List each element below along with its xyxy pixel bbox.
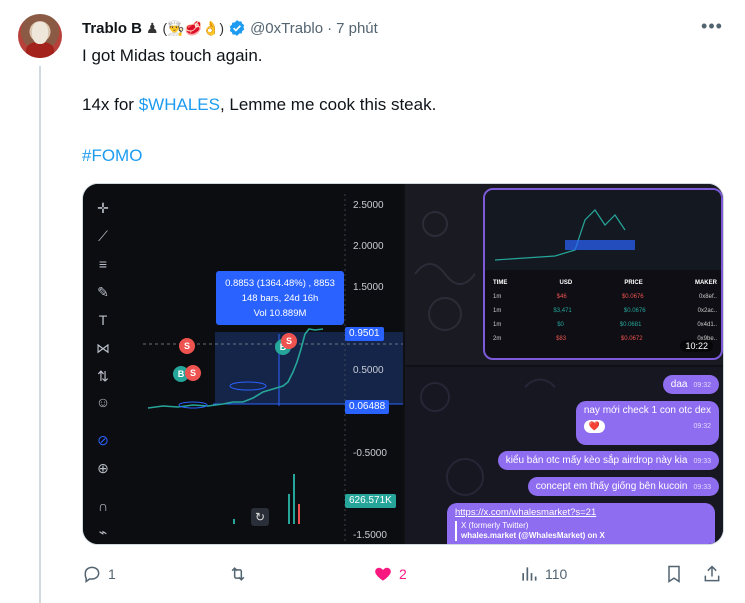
verified-badge-icon xyxy=(229,20,245,36)
reaction-row: ❤️ 09:32 xyxy=(583,420,711,433)
volume-bar xyxy=(233,519,235,524)
tweet-text-line-2: 14x for $WHALES, Lemme me cook this stea… xyxy=(82,94,436,116)
like-button[interactable]: 2 xyxy=(373,562,407,586)
avatar[interactable] xyxy=(18,14,62,58)
retweet-icon xyxy=(231,567,245,581)
phone-table-row: 1m $46 $0.0676 0x8ef.. xyxy=(493,294,717,300)
reset-icon[interactable]: ↻ xyxy=(251,508,269,526)
axis-tick: 1.5000 xyxy=(353,282,384,293)
volume-tag: 626.571K xyxy=(345,494,396,508)
crosshair-icon[interactable]: ✛ xyxy=(93,198,113,218)
reply-icon xyxy=(84,566,100,583)
chat-message: concept em thấy giống bên kucoin 09:33 xyxy=(527,477,719,496)
thread-line xyxy=(39,66,41,603)
author-emojis: ♟ (👨‍🍳🥩👌) xyxy=(146,19,225,36)
ruler-icon[interactable]: ⊘ xyxy=(93,430,113,450)
tweet-header: Trablo B ♟ (👨‍🍳🥩👌) @0xTrablo · 7 phút xyxy=(82,18,378,38)
tweet-text-line-1: I got Midas touch again. xyxy=(82,46,263,65)
avatar-face xyxy=(32,22,48,44)
sell-marker[interactable]: S xyxy=(179,338,195,354)
tooltip-line-1: 0.8853 (1364.48%) , 8853 xyxy=(225,278,335,289)
like-count: 2 xyxy=(399,566,407,582)
phone-chart xyxy=(485,190,721,270)
chat-screenshot[interactable]: daa 09:32 nay mới check 1 con otc dex ❤️ … xyxy=(405,367,723,544)
axis-tick: 2.0000 xyxy=(353,241,384,252)
heart-icon xyxy=(375,567,391,581)
heart-reaction-icon[interactable]: ❤️ xyxy=(583,420,606,433)
measure-icon[interactable]: ⇅ xyxy=(93,366,113,386)
phone-timestamp: 10:22 xyxy=(680,340,713,352)
media-grid: ✛ ⟋ ≡ ✎ T ⋈ ⇅ ☺ ⊘ ⊕ ∩ ⌁ 2.5000 2.0000 1.… xyxy=(82,183,724,545)
emoji-icon[interactable]: ☺ xyxy=(93,392,113,412)
link-preview: X (formerly Twitter) whales.market (@Wha… xyxy=(455,521,707,541)
post-time[interactable]: 7 phút xyxy=(336,20,378,37)
share-button[interactable] xyxy=(702,562,722,586)
retweet-button[interactable] xyxy=(228,562,254,586)
link-title: whales.market (@WhalesMarket) on X xyxy=(461,531,605,540)
author-handle[interactable]: @0xTrablo xyxy=(250,20,323,37)
phone-table-row: 1m $0 $0.0681 0x4d1.. xyxy=(493,322,717,328)
tooltip-line-2: 148 bars, 24d 16h xyxy=(241,293,319,304)
tooltip-line-3: Vol 10.889M xyxy=(253,308,307,319)
views-button[interactable]: 110 xyxy=(519,562,567,586)
share-icon xyxy=(704,565,720,582)
phone-frame: TIME USD PRICE MAKER 1m $46 $0.0676 0x8ef.. 1m… xyxy=(483,188,723,360)
text-suffix: , Lemme me cook this steak. xyxy=(219,95,437,114)
text-prefix: 14x for xyxy=(82,95,139,114)
more-dots-icon[interactable]: ••• xyxy=(700,16,724,40)
reply-count: 1 xyxy=(108,566,116,582)
sell-marker[interactable]: S xyxy=(281,333,297,349)
views-icon xyxy=(522,567,537,581)
link-site: X (formerly Twitter) xyxy=(461,521,529,530)
phone-table-header: TIME USD PRICE MAKER xyxy=(493,280,717,286)
chat-message: kiểu bán otc mấy kèo sắp airdrop này kia… xyxy=(497,451,719,470)
phone-table-row: 1m $3,471 $0.0676 0x2ac.. xyxy=(493,308,717,314)
chat-message: nay mới check 1 con otc dex ❤️ 09:32 xyxy=(575,401,719,445)
volume-bar xyxy=(288,494,290,524)
magnet-icon[interactable]: ∩ xyxy=(93,496,113,516)
bookmark-icon xyxy=(668,565,680,583)
lock-icon[interactable]: ⌁ xyxy=(93,522,113,542)
fib-icon[interactable]: ≡ xyxy=(93,254,113,274)
cashtag-link[interactable]: $WHALES xyxy=(139,95,220,114)
axis-tick: 2.5000 xyxy=(353,200,384,211)
sell-marker[interactable]: S xyxy=(185,365,201,381)
trendline-icon[interactable]: ⟋ xyxy=(93,226,113,246)
link-url[interactable]: https://x.com/whalesmarket?s=21 xyxy=(455,507,707,518)
text-icon[interactable]: T xyxy=(93,310,113,330)
hashtag-link[interactable]: #FOMO xyxy=(82,145,142,167)
price-tag-top: 0.9501 xyxy=(345,327,384,341)
link-preview-card[interactable]: https://x.com/whalesmarket?s=21 X (forme… xyxy=(447,503,715,544)
phone-screenshot[interactable]: TIME USD PRICE MAKER 1m $46 $0.0676 0x8ef.. 1m… xyxy=(405,184,723,365)
price-tag-bottom: 0.06488 xyxy=(345,400,390,414)
avatar-body xyxy=(26,42,54,58)
action-bar: 1 2 110 xyxy=(82,562,724,586)
volume-bar xyxy=(298,504,300,524)
hashtag-text[interactable]: #FOMO xyxy=(82,146,142,165)
chat-message: daa 09:32 xyxy=(662,375,719,394)
axis-tick: -1.5000 xyxy=(353,530,387,541)
measure-tooltip: 0.8853 (1364.48%) , 8853 148 bars, 24d 1… xyxy=(216,271,344,325)
bookmark-button[interactable] xyxy=(664,562,684,586)
brush-icon[interactable]: ✎ xyxy=(93,282,113,302)
chart-image[interactable]: ✛ ⟋ ≡ ✎ T ⋈ ⇅ ☺ ⊘ ⊕ ∩ ⌁ 2.5000 2.0000 1.… xyxy=(83,184,403,544)
separator-dot: · xyxy=(327,19,333,37)
zoom-icon[interactable]: ⊕ xyxy=(93,458,113,478)
views-count: 110 xyxy=(545,566,568,582)
author-name[interactable]: Trablo B xyxy=(82,20,142,37)
axis-tick: 0.5000 xyxy=(353,365,384,376)
volume-bar xyxy=(293,474,295,524)
reply-button[interactable]: 1 xyxy=(82,562,116,586)
axis-tick: -0.5000 xyxy=(353,448,387,459)
tweet[interactable]: Trablo B ♟ (👨‍🍳🥩👌) @0xTrablo · 7 phút ••… xyxy=(0,0,745,603)
pattern-icon[interactable]: ⋈ xyxy=(93,338,113,358)
